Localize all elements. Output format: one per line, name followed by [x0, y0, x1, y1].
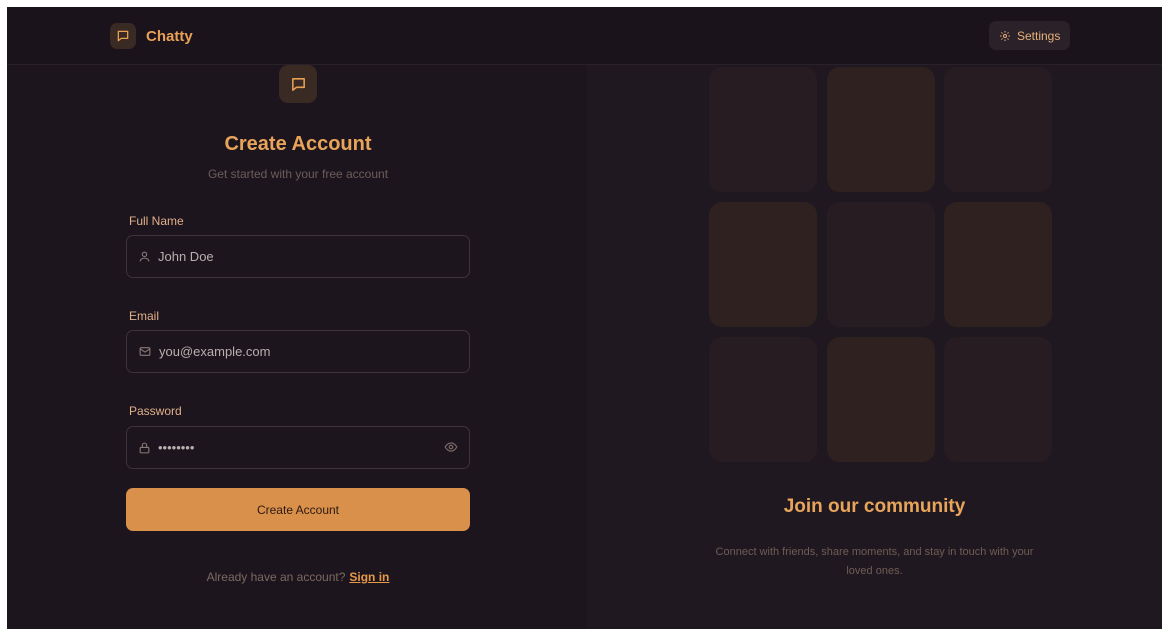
- community-description: Connect with friends, share moments, and…: [715, 546, 1034, 577]
- password-input[interactable]: [158, 440, 438, 455]
- signup-panel: Create Account Get started with your fre…: [7, 65, 587, 629]
- signin-prompt-text: Already have an account?: [206, 570, 346, 584]
- decorative-tile: [944, 67, 1052, 192]
- community-title: Join our community: [783, 496, 966, 517]
- email-field[interactable]: [126, 330, 470, 373]
- create-account-button[interactable]: Create Account: [126, 488, 470, 531]
- full-name-field[interactable]: [126, 235, 470, 278]
- eye-icon[interactable]: [444, 440, 458, 454]
- signin-link[interactable]: Sign in: [349, 570, 389, 584]
- chat-bubble-icon: [279, 65, 317, 103]
- decorative-tile: [944, 202, 1052, 327]
- decorative-tile: [709, 337, 817, 462]
- decorative-tile: [709, 67, 817, 192]
- decorative-tile: [827, 67, 935, 192]
- decorative-tile: [709, 202, 817, 327]
- email-label: Email: [129, 309, 160, 323]
- decorative-tile: [827, 337, 935, 462]
- app-window: Chatty Settings Create Account Get start…: [7, 7, 1162, 629]
- email-input[interactable]: [159, 344, 439, 359]
- brand-link[interactable]: Chatty: [110, 23, 193, 49]
- full-name-label: Full Name: [129, 214, 184, 228]
- mail-icon: [139, 347, 151, 356]
- decorative-tile: [827, 202, 935, 327]
- settings-button[interactable]: Settings: [989, 21, 1071, 50]
- password-field[interactable]: [126, 426, 470, 469]
- community-panel: Join our community Connect with friends,…: [587, 65, 1162, 629]
- gear-icon: [1000, 30, 1010, 41]
- form-title: Create Account: [224, 133, 372, 155]
- lock-icon: [139, 442, 150, 453]
- navbar: Chatty Settings: [7, 7, 1162, 65]
- chat-bubble-icon: [110, 23, 136, 49]
- password-label: Password: [129, 404, 182, 418]
- decorative-tile: [944, 337, 1052, 462]
- brand-name: Chatty: [146, 27, 193, 45]
- full-name-input[interactable]: [158, 249, 438, 264]
- form-subtitle: Get started with your free account: [207, 167, 389, 181]
- user-icon: [139, 251, 150, 262]
- signin-prompt: Already have an account? Sign in: [7, 570, 589, 584]
- settings-label: Settings: [1017, 28, 1061, 43]
